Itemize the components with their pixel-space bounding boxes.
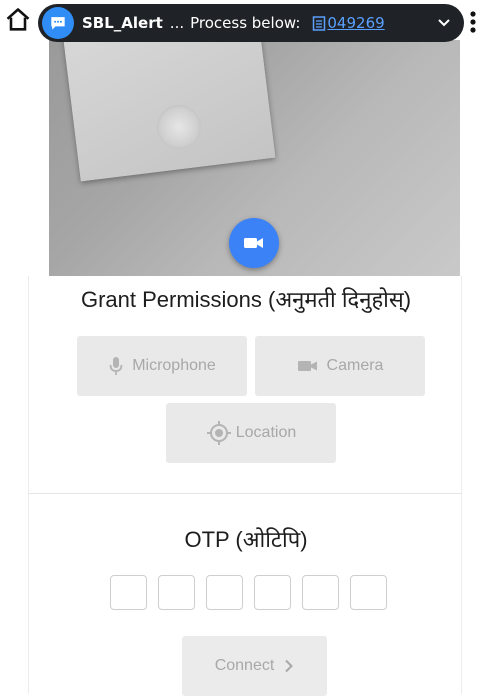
otp-digit-3[interactable] [206, 575, 243, 610]
preview-object [154, 102, 204, 152]
preview-paper [62, 40, 276, 182]
notification-ellipsis: ... [169, 14, 185, 32]
microphone-icon [109, 357, 123, 375]
camera-preview [49, 40, 460, 276]
card-border-left [28, 276, 29, 694]
otp-digit-2[interactable] [158, 575, 195, 610]
home-icon[interactable] [4, 6, 32, 34]
otp-digit-4[interactable] [254, 575, 291, 610]
location-target-icon [206, 421, 231, 445]
location-button[interactable]: Location [166, 403, 336, 463]
otp-digit-6[interactable] [350, 575, 387, 610]
camera-label: Camera [326, 357, 384, 374]
microphone-label: Microphone [132, 357, 216, 374]
notification-message: Process below: [190, 14, 301, 32]
camera-button[interactable]: Camera [255, 336, 425, 396]
connect-label: Connect [214, 657, 275, 674]
otp-input-group [110, 575, 387, 610]
more-vert-icon[interactable] [466, 8, 480, 36]
notification-code-link[interactable]: 049269 [312, 14, 385, 32]
notification-code: 049269 [327, 14, 385, 32]
video-toggle-button[interactable] [229, 218, 279, 268]
permissions-heading: Grant Permissions (अनुमती दिनुहोस्) [80, 287, 412, 312]
chat-bubble-icon [42, 7, 74, 39]
chevron-down-icon[interactable] [436, 14, 452, 30]
card-border-right [461, 276, 462, 694]
location-label: Location [235, 424, 297, 441]
microphone-button[interactable]: Microphone [77, 336, 247, 396]
videocam-icon [244, 238, 263, 248]
section-divider [28, 493, 462, 494]
notification-title: SBL_Alert [82, 14, 163, 32]
notification-pill[interactable]: SBL_Alert ... Process below: 049269 [38, 4, 464, 42]
otp-digit-1[interactable] [110, 575, 147, 610]
otp-digit-5[interactable] [302, 575, 339, 610]
camera-icon [297, 361, 317, 371]
otp-heading: OTP (ओटिपि) [184, 527, 308, 552]
chevron-right-icon [285, 659, 294, 673]
document-icon [313, 15, 326, 31]
connect-button[interactable]: Connect [182, 636, 327, 696]
